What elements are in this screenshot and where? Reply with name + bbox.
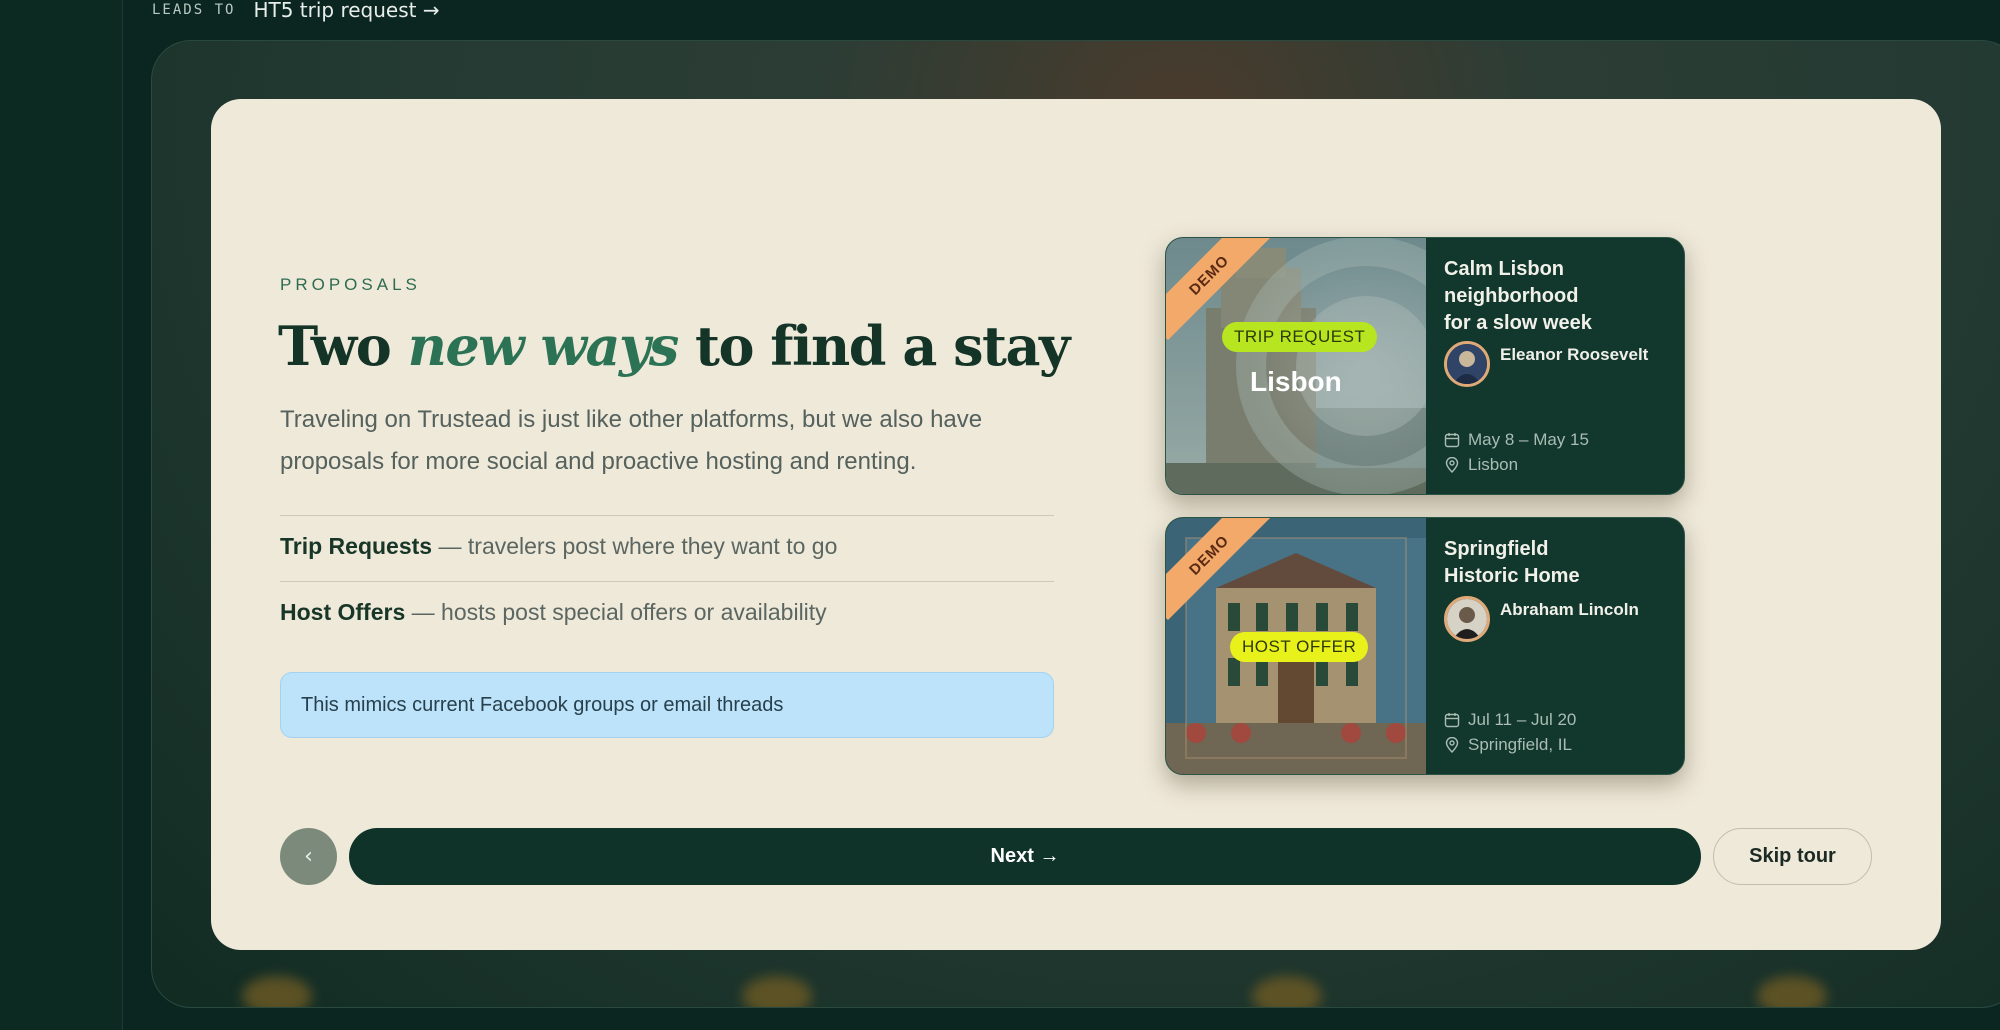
leads-to-link[interactable]: HT5 trip request → [253,0,439,22]
tour-modal: PROPOSALS Two new ways to find a stay Tr… [211,99,1941,950]
card-title: Calm Lisbon neighborhood for a slow week [1444,256,1674,337]
backdrop-glow [1757,976,1827,1007]
image-city-label: Lisbon [1250,366,1342,397]
host-offer-card[interactable]: DEMO HOST OFFER Springfield Historic Hom… [1165,517,1685,775]
title-part: to find a stay [677,314,1070,378]
card-dates: Jul 11 – Jul 20 [1444,710,1576,730]
left-rail [0,0,123,1030]
backdrop-glow [242,976,312,1007]
section-eyebrow: PROPOSALS [280,275,421,294]
page-subtitle: Traveling on Trustead is just like other… [280,406,983,475]
avatar [1444,596,1490,642]
card-dates-text: Jul 11 – Jul 20 [1468,710,1577,729]
feature-label: Host Offers [280,599,406,625]
feature-trip-requests: Trip Requests — travelers post where the… [280,533,1060,560]
card-title-line: Calm Lisbon [1444,258,1565,280]
calendar-icon [1444,713,1460,728]
card-location: Lisbon [1444,455,1518,475]
chevron-left-icon: ‹ [304,844,313,869]
card-title-line: neighborhood [1444,285,1579,307]
card-location-text: Springfield, IL [1468,735,1572,754]
host-name: Abraham Lincoln [1500,600,1639,619]
card-title: Springfield Historic Home [1444,536,1674,590]
card-title-line: for a slow week [1444,312,1592,334]
page-title: Two new ways to find a stay [278,314,1070,378]
card-title-line: Historic Home [1444,565,1580,587]
trip-request-badge: TRIP REQUEST [1222,322,1378,352]
backdrop-glow [1252,976,1322,1007]
backdrop-glow [742,976,812,1007]
divider [280,515,1054,516]
feature-text: — hosts post special offers or availabil… [405,599,827,625]
feature-host-offers: Host Offers — hosts post special offers … [280,599,1060,626]
card-location-text: Lisbon [1468,455,1519,474]
title-emphasis: new ways [407,314,680,378]
title-part: Two [278,314,408,378]
map-pin-icon [1445,737,1459,753]
card-dates: May 8 – May 15 [1444,430,1589,450]
card-title-line: Springfield [1444,538,1549,560]
feature-label: Trip Requests [280,533,433,559]
card-image-springfield: DEMO HOST OFFER [1166,518,1426,774]
info-note: This mimics current Facebook groups or e… [280,672,1054,738]
trip-request-card[interactable]: DEMO TRIP REQUEST Lisbon Calm Lisbon nei… [1165,237,1685,495]
card-host: Eleanor Roosevelt [1444,341,1674,387]
feature-text: — travelers post where they want to go [432,533,838,559]
divider [280,581,1054,582]
card-info: Springfield Historic Home Abraham Lincol… [1444,536,1674,642]
host-name: Eleanor Roosevelt [1500,345,1649,364]
avatar-portrait [1447,599,1487,639]
card-host: Abraham Lincoln [1444,596,1674,642]
avatar [1444,341,1490,387]
host-offer-badge: HOST OFFER [1230,632,1369,662]
card-location: Springfield, IL [1444,735,1572,755]
card-dates-text: May 8 – May 15 [1468,430,1589,449]
skip-tour-button[interactable]: Skip tour [1713,828,1872,885]
leads-to-key: LEADS TO [152,2,236,18]
calendar-icon [1444,433,1460,448]
card-info: Calm Lisbon neighborhood for a slow week… [1444,256,1674,387]
next-button[interactable]: Next → [349,828,1701,885]
back-button[interactable]: ‹ [280,828,337,885]
map-pin-icon [1445,457,1459,473]
avatar-portrait [1447,344,1487,384]
leads-to-breadcrumb: LEADS TO HT5 trip request → [152,0,440,22]
card-image-lisbon: DEMO TRIP REQUEST Lisbon [1166,238,1426,494]
